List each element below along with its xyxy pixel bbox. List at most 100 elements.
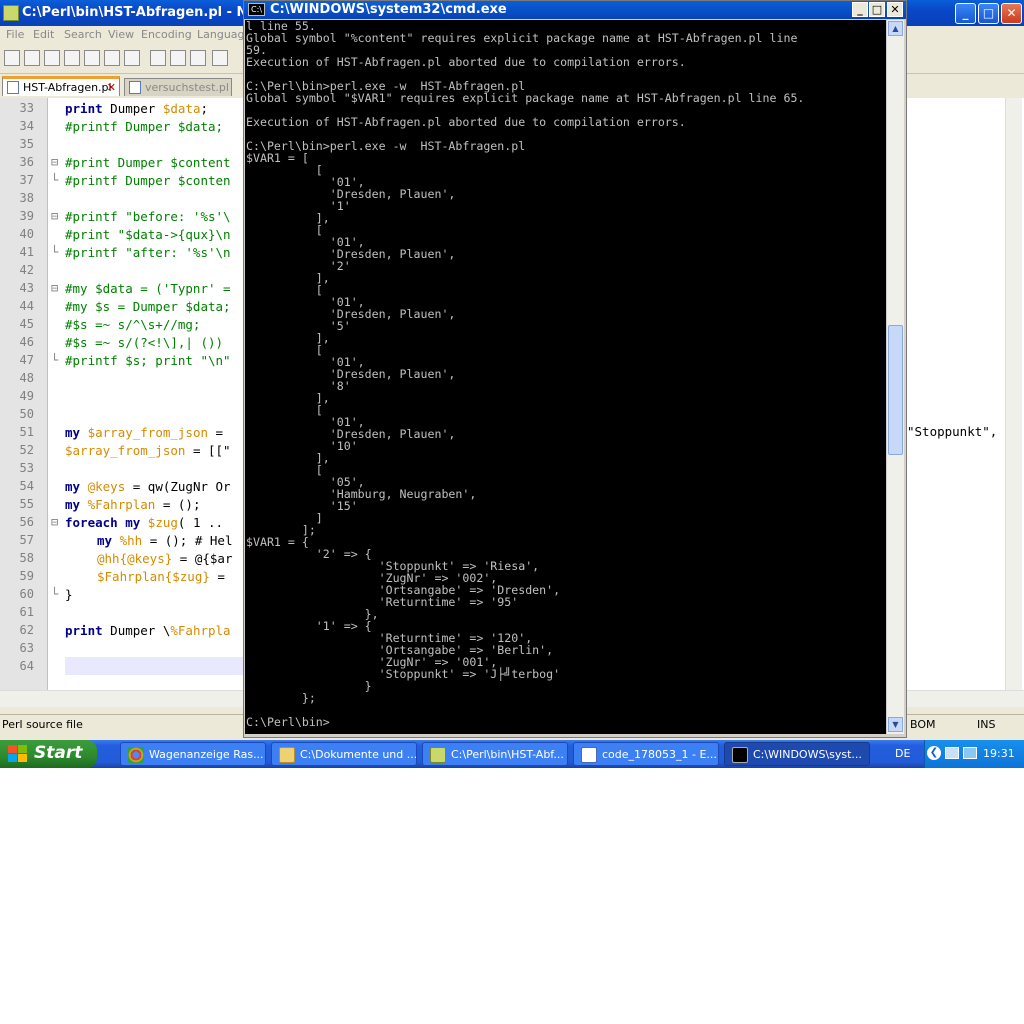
- clock[interactable]: 19:31: [983, 747, 1015, 760]
- code-line: #printf "before: '%s'\: [65, 209, 245, 224]
- line-number: 40: [19, 227, 34, 241]
- file-icon: [129, 81, 141, 94]
- tab-hst-abfragen[interactable]: HST-Abfragen.pl ✕: [2, 76, 120, 96]
- save-icon[interactable]: [44, 50, 60, 66]
- code-token: %hh: [112, 533, 143, 548]
- cmd-icon: C:\: [248, 3, 265, 16]
- line-number: 49: [19, 389, 34, 403]
- editor-horizontal-scrollbar-right[interactable]: [907, 690, 1024, 707]
- code-token: @keys: [80, 479, 126, 494]
- current-line-highlight: [65, 657, 245, 675]
- start-button[interactable]: Start: [0, 740, 97, 768]
- code-line: #printf Dumper $conten: [65, 173, 245, 188]
- fold-marker-icon[interactable]: ⊟: [51, 281, 61, 295]
- line-number: 37: [19, 173, 34, 187]
- menu-encoding[interactable]: Encoding: [141, 28, 192, 41]
- volume-icon[interactable]: [963, 747, 977, 759]
- fold-marker-icon[interactable]: └: [51, 353, 61, 367]
- fold-marker-icon[interactable]: └: [51, 245, 61, 259]
- line-number: 63: [19, 641, 34, 655]
- menu-search[interactable]: Search: [64, 28, 102, 41]
- taskbar-item-cmd[interactable]: C:\WINDOWS\syst...: [724, 742, 870, 766]
- code-token: #printf "after: '%s'\n: [65, 245, 231, 260]
- code-token: #printf Dumper $data;: [65, 119, 224, 134]
- code-token: }: [65, 587, 73, 602]
- scroll-down-icon[interactable]: ▼: [888, 717, 903, 732]
- code-token: @hh{@keys}: [97, 551, 173, 566]
- tab-label: HST-Abfragen.pl: [23, 81, 112, 94]
- line-number: 41: [19, 245, 34, 259]
- line-number: 35: [19, 137, 34, 151]
- editor-horizontal-scrollbar[interactable]: [0, 690, 245, 707]
- close-tab-icon[interactable]: ✕: [107, 81, 116, 94]
- paste-icon[interactable]: [190, 50, 206, 66]
- code-token: $array_from_json: [80, 425, 208, 440]
- code-token: = ();: [155, 497, 201, 512]
- task-label: code_178053_1 - E...: [602, 748, 717, 761]
- menu-language[interactable]: Languag: [197, 28, 245, 41]
- cmd-icon: [732, 747, 748, 763]
- scroll-thumb[interactable]: [888, 325, 903, 455]
- save-all-icon[interactable]: [64, 50, 80, 66]
- cmd-scrollbar[interactable]: ▲ ▼: [886, 20, 904, 734]
- cmd-minimize-button[interactable]: _: [852, 2, 868, 17]
- scroll-up-icon[interactable]: ▲: [888, 21, 903, 36]
- line-number: 48: [19, 371, 34, 385]
- code-token: = qw(ZugNr Or: [125, 479, 231, 494]
- fold-marker-icon[interactable]: └: [51, 587, 61, 601]
- editor-vertical-scrollbar[interactable]: [1005, 98, 1022, 690]
- network-icon[interactable]: [945, 747, 959, 759]
- new-file-icon[interactable]: [4, 50, 20, 66]
- line-number: 47: [19, 353, 34, 367]
- cmd-console[interactable]: l line 55. Global symbol "%content" requ…: [245, 20, 886, 734]
- taskbar-item-dokumente[interactable]: C:\Dokumente und ...: [271, 742, 417, 766]
- cmd-maximize-button[interactable]: □: [869, 2, 885, 17]
- fold-marker-icon[interactable]: ⊟: [51, 155, 61, 169]
- line-number: 53: [19, 461, 34, 475]
- code-token: #$s =~ s/^\s+//mg;: [65, 317, 201, 332]
- fold-marker-icon[interactable]: └: [51, 173, 61, 187]
- menu-file[interactable]: File: [6, 28, 24, 41]
- undo-icon[interactable]: [212, 50, 228, 66]
- line-number: 33: [19, 101, 34, 115]
- line-number: 52: [19, 443, 34, 457]
- code-token: $data: [162, 101, 201, 116]
- taskbar-item-notepad[interactable]: C:\Perl\bin\HST-Abf...: [422, 742, 568, 766]
- language-indicator[interactable]: DE: [895, 747, 910, 760]
- line-number: 62: [19, 623, 34, 637]
- code-line: print Dumper \%Fahrpla: [65, 623, 245, 638]
- taskbar-item-wagenanzeige[interactable]: Wagenanzeige Ras...: [120, 742, 266, 766]
- taskbar-item-code[interactable]: code_178053_1 - E...: [573, 742, 719, 766]
- code-line: $array_from_json = [[": [65, 443, 245, 458]
- line-number: 38: [19, 191, 34, 205]
- line-number: 57: [19, 533, 34, 547]
- close-all-icon[interactable]: [104, 50, 120, 66]
- fold-marker-icon[interactable]: ⊟: [51, 515, 61, 529]
- tab-versuchstest[interactable]: versuchstest.pl: [124, 78, 232, 96]
- cmd-close-button[interactable]: ✕: [887, 2, 903, 17]
- cmd-title-bar[interactable]: C:\ C:\WINDOWS\system32\cmd.exe _ □ ✕: [244, 1, 906, 19]
- tray-expand-icon[interactable]: ❮: [927, 746, 941, 760]
- status-file-type: Perl source file: [2, 718, 83, 731]
- console-output: l line 55. Global symbol "%content" requ…: [246, 20, 805, 729]
- notepad-title: C:\Perl\bin\HST-Abfragen.pl - Note: [22, 5, 272, 20]
- status-ins: INS: [977, 718, 996, 731]
- print-icon[interactable]: [124, 50, 140, 66]
- code-token: %Fahrplan: [80, 497, 156, 512]
- menu-edit[interactable]: Edit: [33, 28, 54, 41]
- code-line: my %Fahrplan = ();: [65, 497, 245, 512]
- copy-icon[interactable]: [170, 50, 186, 66]
- close-button[interactable]: ✕: [1001, 3, 1022, 24]
- minimize-button[interactable]: _: [955, 3, 976, 24]
- cut-icon[interactable]: [150, 50, 166, 66]
- code-line: #printf $s; print "\n": [65, 353, 245, 368]
- line-number: 46: [19, 335, 34, 349]
- code-token: #my $data = ('Typnr' =: [65, 281, 231, 296]
- line-number: 61: [19, 605, 34, 619]
- maximize-button[interactable]: □: [978, 3, 999, 24]
- open-file-icon[interactable]: [24, 50, 40, 66]
- menu-view[interactable]: View: [108, 28, 134, 41]
- fold-marker-icon[interactable]: ⊟: [51, 209, 61, 223]
- code-editor[interactable]: 33 34 35 36 37 38 39 40 41 42 43 44 45 46 47 48 49 50 51 52…: [0, 98, 245, 690]
- close-file-icon[interactable]: [84, 50, 100, 66]
